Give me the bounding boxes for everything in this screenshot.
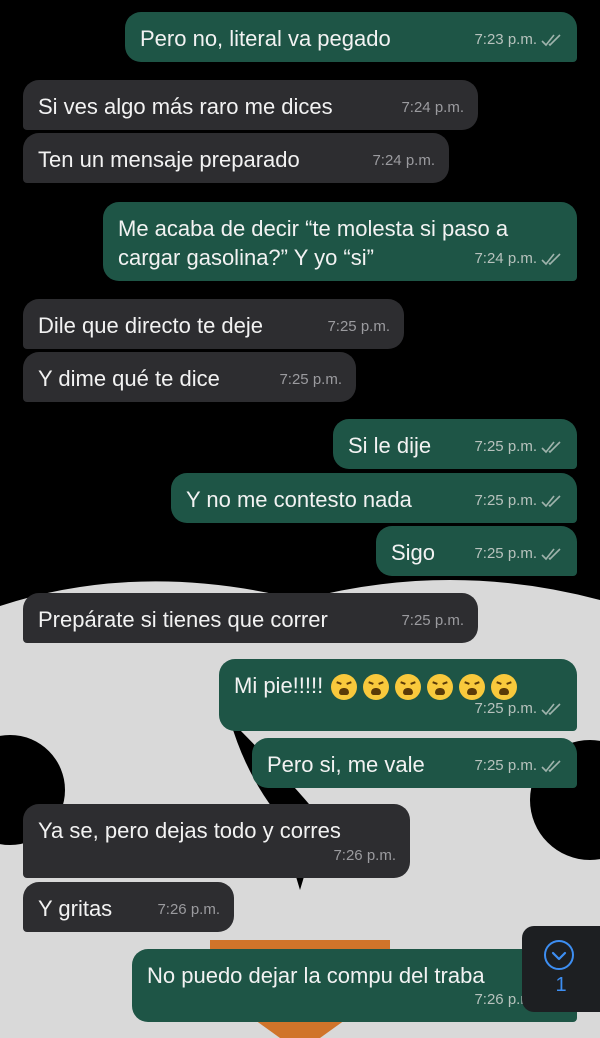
message-meta: 7:25 p.m. — [279, 365, 342, 394]
message-timestamp: 7:25 p.m. — [474, 700, 537, 717]
message-text-content: Dile que directo te deje — [38, 313, 264, 338]
message-text: Ya se, pero dejas todo y corres — [38, 816, 341, 845]
message-meta: 7:24 p.m. — [401, 93, 464, 122]
incoming-message-bubble[interactable]: Prepárate si tienes que correr 7:25 p.m. — [23, 593, 478, 643]
read-receipt-icon — [541, 547, 561, 560]
message-text-line: Me acaba de decir “te molesta si paso a — [118, 216, 509, 241]
outgoing-message-bubble[interactable]: Me acaba de decir “te molesta si paso a c… — [103, 202, 577, 281]
message-text: Me acaba de decir “te molesta si paso a c… — [118, 214, 508, 272]
read-receipt-icon — [541, 759, 561, 772]
message-text-content: Prepárate si tienes que correr — [38, 607, 328, 632]
read-receipt-icon — [541, 252, 561, 265]
incoming-message-bubble[interactable]: Y gritas 7:26 p.m. — [23, 882, 234, 932]
outgoing-message-bubble[interactable]: Pero no, literal va pegado 7:23 p.m. — [125, 12, 577, 62]
message-timestamp: 7:25 p.m. — [327, 318, 390, 335]
message-text-content: Ten un mensaje preparado — [38, 147, 300, 172]
message-text: Prepárate si tienes que correr — [38, 605, 328, 634]
message-text-content: Y no me contesto nada — [186, 487, 412, 512]
read-receipt-icon — [541, 702, 561, 715]
message-text-content: Si le dije — [348, 433, 432, 458]
scroll-to-bottom-button[interactable]: 1 — [522, 926, 600, 1012]
message-meta: 7:25 p.m. — [401, 606, 464, 635]
weary-face-emoji-icon — [427, 674, 454, 701]
incoming-message-bubble[interactable]: Ya se, pero dejas todo y corres 7:26 p.m. — [23, 804, 410, 878]
outgoing-message-bubble[interactable]: Mi pie!!!!! 7:25 p.m. — [219, 659, 577, 731]
message-meta: 7:25 p.m. — [474, 751, 563, 780]
message-timestamp: 7:24 p.m. — [401, 99, 464, 116]
message-meta: 7:24 p.m. — [372, 146, 435, 175]
unread-count: 1 — [555, 974, 567, 996]
outgoing-message-bubble[interactable]: Si le dije 7:25 p.m. — [333, 419, 577, 469]
message-text: Ten un mensaje preparado — [38, 145, 300, 174]
outgoing-message-bubble[interactable]: Sigo 7:25 p.m. — [376, 526, 577, 576]
incoming-message-bubble[interactable]: Ten un mensaje preparado 7:24 p.m. — [23, 133, 449, 183]
weary-face-emoji-icon — [395, 674, 422, 701]
message-meta: 7:23 p.m. — [474, 25, 563, 54]
message-text: Y gritas — [38, 894, 112, 923]
message-text-content: Si ves algo más raro me dices — [38, 94, 333, 119]
message-timestamp: 7:25 p.m. — [474, 492, 537, 509]
message-text-content: Sigo — [391, 540, 436, 565]
message-text: No puedo dejar la compu del traba — [147, 961, 485, 990]
message-timestamp: 7:24 p.m. — [474, 250, 537, 267]
message-timestamp: 7:25 p.m. — [474, 438, 537, 455]
message-text-line: cargar gasolina?” Y yo “si” — [118, 245, 374, 270]
message-text-content: Ya se, pero dejas todo y corres — [38, 818, 341, 843]
message-meta: 7:25 p.m. — [474, 694, 563, 723]
message-meta: 7:25 p.m. — [474, 539, 563, 568]
message-timestamp: 7:26 p.m. — [333, 847, 396, 864]
message-text-content: Y dime qué te dice — [38, 366, 220, 391]
message-timestamp: 7:25 p.m. — [401, 612, 464, 629]
message-timestamp: 7:24 p.m. — [372, 152, 435, 169]
message-text: Si le dije — [348, 431, 431, 460]
message-text: Y dime qué te dice — [38, 364, 220, 393]
message-meta: 7:25 p.m. — [474, 432, 563, 461]
incoming-message-bubble[interactable]: Y dime qué te dice 7:25 p.m. — [23, 352, 356, 402]
message-meta: 7:25 p.m. — [474, 486, 563, 515]
message-timestamp: 7:23 p.m. — [474, 31, 537, 48]
message-meta: 7:26 p.m. — [333, 841, 396, 870]
message-timestamp: 7:26 p.m. — [157, 901, 220, 918]
incoming-message-bubble[interactable]: Si ves algo más raro me dices 7:24 p.m. — [23, 80, 478, 130]
incoming-message-bubble[interactable]: Dile que directo te deje 7:25 p.m. — [23, 299, 404, 349]
message-meta: 7:24 p.m. — [474, 244, 563, 273]
message-text: Dile que directo te deje — [38, 311, 263, 340]
chevron-down-icon — [544, 940, 574, 970]
message-meta: 7:25 p.m. — [327, 312, 390, 341]
message-text-content: Pero si, me vale — [267, 752, 425, 777]
outgoing-message-bubble[interactable]: Y no me contesto nada 7:25 p.m. — [171, 473, 577, 523]
outgoing-message-bubble[interactable]: Pero si, me vale 7:25 p.m. — [252, 738, 577, 788]
message-meta: 7:26 p.m. — [157, 895, 220, 924]
read-receipt-icon — [541, 33, 561, 46]
read-receipt-icon — [541, 440, 561, 453]
message-text: Pero si, me vale — [267, 750, 425, 779]
message-text: Sigo — [391, 538, 435, 567]
message-text-content: Pero no, literal va pegado — [140, 26, 391, 51]
message-text: Y no me contesto nada — [186, 485, 412, 514]
message-text-content: Mi pie!!!!! — [234, 673, 324, 698]
read-receipt-icon — [541, 494, 561, 507]
message-text-content: No puedo dejar la compu del traba — [147, 963, 485, 988]
message-text-content: Y gritas — [38, 896, 113, 921]
message-timestamp: 7:25 p.m. — [279, 371, 342, 388]
message-timestamp: 7:25 p.m. — [474, 757, 537, 774]
outgoing-message-bubble[interactable]: No puedo dejar la compu del traba 7:26 p.… — [132, 949, 577, 1022]
message-timestamp: 7:25 p.m. — [474, 545, 537, 562]
message-text: Si ves algo más raro me dices — [38, 92, 333, 121]
weary-face-emoji-icon — [331, 674, 358, 701]
message-text: Pero no, literal va pegado — [140, 24, 391, 53]
weary-face-emoji-icon — [363, 674, 390, 701]
